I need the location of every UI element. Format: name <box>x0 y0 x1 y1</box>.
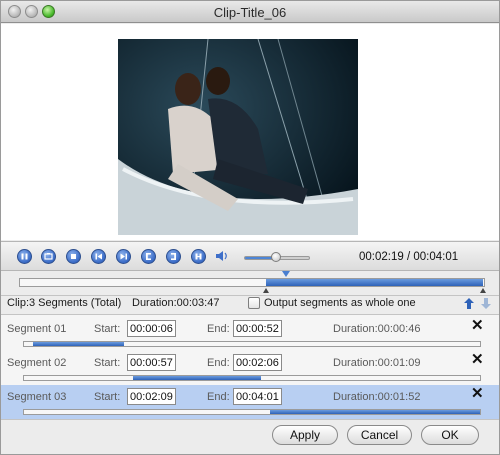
segment-range <box>133 376 262 380</box>
start-label: Start: <box>94 391 121 403</box>
pause-icon[interactable] <box>17 249 32 264</box>
move-up-icon[interactable] <box>464 298 474 312</box>
playhead-marker[interactable] <box>282 271 290 277</box>
remove-segment-icon[interactable]: ✕ <box>471 352 484 367</box>
title-bar: Clip-Title_06 <box>1 1 499 23</box>
segment-name: Segment 03 <box>7 391 67 403</box>
ok-button[interactable]: OK <box>421 425 479 445</box>
segment-track[interactable] <box>23 341 481 347</box>
segment-track[interactable] <box>23 375 481 381</box>
end-time-field[interactable]: 00:04:01 <box>233 388 282 405</box>
selection-start-handle[interactable] <box>263 288 269 293</box>
segment-duration: Duration:00:01:09 <box>333 357 421 369</box>
timecode-readout: 00:02:19 / 00:04:01 <box>359 251 459 263</box>
segment-name: Segment 02 <box>7 357 67 369</box>
volume-slider-knob[interactable] <box>271 252 281 262</box>
end-label: End: <box>207 323 230 335</box>
end-label: End: <box>207 391 230 403</box>
segment-duration: Duration:00:00:46 <box>333 323 421 335</box>
clip-total-duration: Duration:00:03:47 <box>132 297 220 309</box>
preview-area <box>1 24 499 240</box>
clip-icon[interactable] <box>191 249 206 264</box>
segment-row-selected[interactable]: Segment 03 Start: 00:02:09 End: 00:04:01… <box>1 385 499 419</box>
end-time-field[interactable]: 00:02:06 <box>233 354 282 371</box>
segment-row[interactable]: Segment 02 Start: 00:00:57 End: 00:02:06… <box>1 351 499 385</box>
clip-summary: Clip:3 Segments (Total) <box>7 297 122 309</box>
start-label: Start: <box>94 323 121 335</box>
mark-out-icon[interactable] <box>166 249 181 264</box>
start-label: Start: <box>94 357 121 369</box>
start-time-field[interactable]: 00:00:06 <box>127 320 176 337</box>
segment-range <box>33 342 125 346</box>
move-down-icon[interactable] <box>481 298 491 312</box>
end-time-field[interactable]: 00:00:52 <box>233 320 282 337</box>
output-whole-checkbox[interactable] <box>248 297 260 309</box>
selection-end-handle[interactable] <box>480 288 486 293</box>
remove-segment-icon[interactable]: ✕ <box>471 318 484 333</box>
stop-icon[interactable] <box>66 249 81 264</box>
segment-track[interactable] <box>23 409 481 415</box>
segment-name: Segment 01 <box>7 323 67 335</box>
next-icon[interactable] <box>116 249 131 264</box>
segments-list: Segment 01 Start: 00:00:06 End: 00:00:52… <box>1 314 499 420</box>
video-preview <box>118 39 358 235</box>
segment-range <box>270 410 480 414</box>
start-time-field[interactable]: 00:02:09 <box>127 388 176 405</box>
cancel-button[interactable]: Cancel <box>347 425 412 445</box>
timeline-selection <box>266 279 483 286</box>
clip-editor-window: Clip-Title_06 00:02:19 / 00:04:01 Clip:3… <box>0 0 500 455</box>
segment-row[interactable]: Segment 01 Start: 00:00:06 End: 00:00:52… <box>1 317 499 351</box>
apply-button[interactable]: Apply <box>272 425 338 445</box>
start-time-field[interactable]: 00:00:57 <box>127 354 176 371</box>
previous-icon[interactable] <box>91 249 106 264</box>
segment-duration: Duration:00:01:52 <box>333 391 421 403</box>
output-whole-label[interactable]: Output segments as whole one <box>264 297 416 309</box>
mark-in-icon[interactable] <box>141 249 156 264</box>
window-title: Clip-Title_06 <box>213 5 287 20</box>
snapshot-icon[interactable] <box>41 249 56 264</box>
speaker-icon[interactable] <box>215 250 229 265</box>
end-label: End: <box>207 357 230 369</box>
remove-segment-icon[interactable]: ✕ <box>471 386 484 401</box>
